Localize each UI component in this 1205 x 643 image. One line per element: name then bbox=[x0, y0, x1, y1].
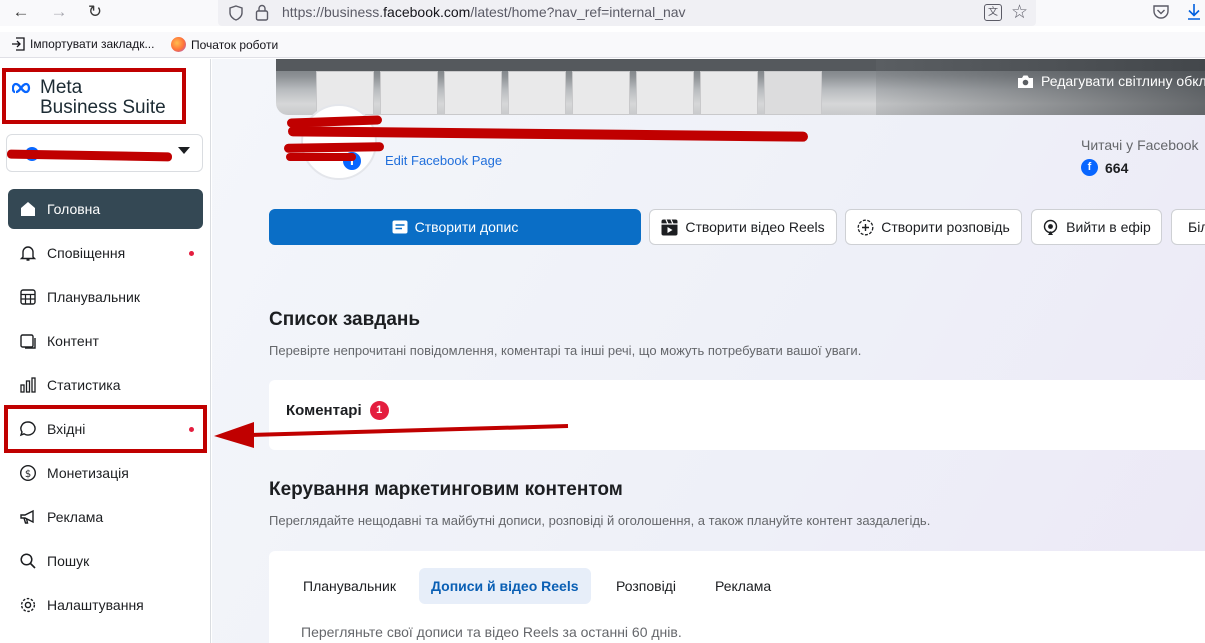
megaphone-icon bbox=[18, 507, 38, 527]
browser-toolbar: ← → ↻ https://business.facebook.com/late… bbox=[0, 0, 1205, 26]
live-icon bbox=[1043, 219, 1058, 235]
reels-icon bbox=[661, 218, 678, 235]
sidebar-item-planner[interactable]: Планувальник bbox=[8, 277, 203, 317]
reload-icon[interactable]: ↻ bbox=[84, 2, 106, 22]
sidebar-item-label: Реклама bbox=[47, 509, 104, 525]
bookmarks-bar: Імпортувати закладк... Початок роботи bbox=[0, 32, 1205, 58]
more-actions-button[interactable]: Біл bbox=[1171, 209, 1205, 245]
sidebar: Meta Business Suite Головна Сповіщення П… bbox=[0, 59, 211, 643]
redaction-mark bbox=[286, 153, 356, 161]
home-icon bbox=[18, 199, 38, 219]
notification-dot bbox=[189, 251, 194, 256]
tab-planner[interactable]: Планувальник bbox=[291, 568, 408, 604]
sidebar-item-label: Головна bbox=[47, 201, 101, 217]
content-icon bbox=[18, 331, 38, 351]
edit-cover-button[interactable]: Редагувати світлину обкладинки bbox=[1017, 73, 1205, 89]
chart-icon bbox=[18, 375, 38, 395]
cover-photo: Редагувати світлину обкладинки bbox=[276, 59, 1205, 115]
sidebar-item-label: Контент bbox=[47, 333, 99, 349]
followers-label: Читачі у Facebook bbox=[1081, 137, 1199, 153]
translate-icon[interactable]: 文 bbox=[984, 4, 1002, 21]
sidebar-item-home[interactable]: Головна bbox=[8, 189, 203, 229]
sidebar-item-ads[interactable]: Реклама bbox=[8, 497, 203, 537]
facebook-icon: f bbox=[1081, 159, 1098, 176]
dollar-icon: $ bbox=[18, 463, 38, 483]
go-live-button[interactable]: Вийти в ефір bbox=[1031, 209, 1162, 245]
download-icon[interactable] bbox=[1186, 3, 1202, 21]
sidebar-item-statistics[interactable]: Статистика bbox=[8, 365, 203, 405]
tab-posts-reels[interactable]: Дописи й відео Reels bbox=[419, 568, 591, 604]
tab-stories[interactable]: Розповіді bbox=[604, 568, 688, 604]
forward-arrow-icon[interactable]: → bbox=[48, 2, 70, 22]
sidebar-item-label: Вхідні bbox=[47, 421, 86, 437]
sidebar-item-label: Планувальник bbox=[47, 289, 140, 305]
notification-dot bbox=[189, 427, 194, 432]
meta-infinity-icon bbox=[12, 82, 31, 94]
lock-icon[interactable] bbox=[255, 4, 269, 21]
create-post-button[interactable]: Створити допис bbox=[269, 209, 641, 245]
svg-text:$: $ bbox=[25, 469, 31, 480]
bookmark-star-icon[interactable]: ☆ bbox=[1011, 1, 1028, 24]
search-icon bbox=[18, 551, 38, 571]
sidebar-nav: Головна Сповіщення Планувальник Контент … bbox=[4, 189, 207, 629]
tasks-subtitle: Перевірте непрочитані повідомлення, коме… bbox=[269, 343, 862, 358]
create-story-button[interactable]: Створити розповідь bbox=[845, 209, 1022, 245]
tab-ads[interactable]: Реклама bbox=[703, 568, 783, 604]
redaction-mark bbox=[283, 142, 385, 153]
posts-note: Перегляньте свої дописи та відео Reels з… bbox=[301, 624, 682, 640]
annotation-arrow bbox=[214, 422, 569, 448]
pocket-icon[interactable] bbox=[1152, 4, 1170, 20]
marketing-card: Планувальник Дописи й відео Reels Розпов… bbox=[269, 551, 1205, 643]
story-icon bbox=[857, 219, 874, 235]
account-switcher[interactable] bbox=[6, 134, 203, 172]
sidebar-item-monetization[interactable]: $ Монетизація bbox=[8, 453, 203, 493]
post-icon bbox=[392, 220, 408, 234]
url-bar[interactable]: https://business.facebook.com/latest/hom… bbox=[218, 0, 1036, 26]
firefox-icon bbox=[171, 37, 186, 52]
bookmark-import[interactable]: Імпортувати закладк... bbox=[11, 37, 154, 51]
sidebar-item-label: Налаштування bbox=[47, 597, 144, 613]
url-text[interactable]: https://business.facebook.com/latest/hom… bbox=[282, 4, 686, 20]
sidebar-item-notifications[interactable]: Сповіщення bbox=[8, 233, 203, 273]
bell-icon bbox=[18, 243, 38, 263]
import-icon bbox=[12, 37, 25, 51]
shield-icon[interactable] bbox=[228, 5, 244, 21]
sidebar-item-search[interactable]: Пошук bbox=[8, 541, 203, 581]
tasks-title: Список завдань bbox=[269, 309, 421, 330]
marketing-title: Керування маркетинговим контентом bbox=[269, 479, 623, 500]
sidebar-item-settings[interactable]: Налаштування bbox=[8, 585, 203, 625]
gear-icon bbox=[18, 595, 38, 615]
sidebar-item-content[interactable]: Контент bbox=[8, 321, 203, 361]
meta-business-suite-logo[interactable]: Meta Business Suite bbox=[2, 68, 186, 124]
camera-icon bbox=[1018, 75, 1033, 88]
sidebar-item-inbox[interactable]: Вхідні bbox=[4, 405, 207, 453]
chat-bubble-icon bbox=[18, 419, 38, 439]
sidebar-item-label: Сповіщення bbox=[47, 245, 126, 261]
caret-down-icon[interactable] bbox=[178, 147, 190, 154]
edit-facebook-page-link[interactable]: Edit Facebook Page bbox=[385, 153, 502, 168]
create-reels-button[interactable]: Створити відео Reels bbox=[649, 209, 837, 245]
back-arrow-icon[interactable]: ← bbox=[10, 2, 32, 22]
sidebar-item-label: Монетизація bbox=[47, 465, 129, 481]
followers-count: f 664 bbox=[1081, 159, 1128, 176]
calendar-icon bbox=[18, 287, 38, 307]
marketing-subtitle: Переглядайте нещодавні та майбутні допис… bbox=[269, 513, 931, 528]
sidebar-item-label: Пошук bbox=[47, 553, 90, 569]
bookmark-getting-started[interactable]: Початок роботи bbox=[171, 37, 278, 52]
main-content: Редагувати світлину обкладинки f Edit Fa… bbox=[212, 59, 1205, 643]
sidebar-item-label: Статистика bbox=[47, 377, 121, 393]
